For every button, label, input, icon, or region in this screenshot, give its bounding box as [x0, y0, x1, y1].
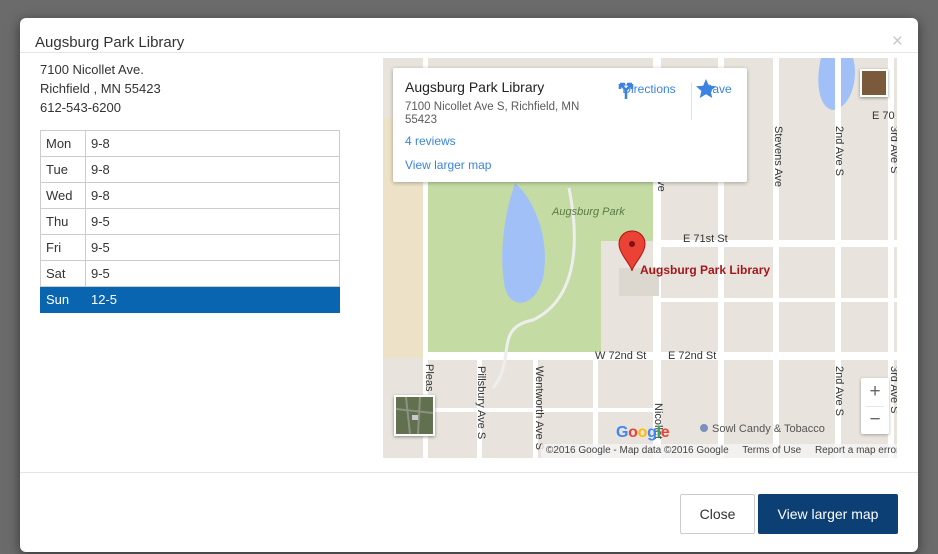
street-label: 3rd Ave S: [888, 126, 897, 174]
directions-button[interactable]: Directions: [615, 78, 683, 99]
zoom-out-button[interactable]: −: [861, 406, 889, 434]
phone-number: 612-543-6200: [40, 100, 121, 115]
street-label: 2nd Ave S: [833, 126, 845, 176]
hours-row: Mon 9-8: [40, 130, 340, 157]
hours-day: Tue: [40, 156, 86, 183]
street-label: 2nd Ave S: [833, 366, 845, 416]
info-place-address: 7100 Nicollet Ave S, Richfield, MN 55423: [405, 101, 580, 126]
info-place-name: Augsburg Park Library: [405, 79, 545, 95]
street-photo-thumbnail[interactable]: [860, 69, 888, 97]
street-label: W 72nd St: [595, 350, 646, 362]
reviews-link[interactable]: 4 reviews: [405, 134, 456, 148]
street-label: E 72nd St: [668, 350, 716, 362]
satellite-thumbnail-icon: [396, 397, 433, 434]
report-error-link[interactable]: Report a map error: [815, 445, 897, 456]
hours-row: Thu 9-5: [40, 208, 340, 235]
directions-icon: [618, 82, 634, 99]
zoom-in-button[interactable]: +: [861, 378, 889, 406]
hours-day: Sat: [40, 260, 86, 287]
hours-day: Fri: [40, 234, 86, 261]
hours-time: 9-8: [85, 130, 340, 157]
map-attribution: ©2016 Google - Map data ©2016 Google Ter…: [541, 444, 897, 458]
map-info-window: Augsburg Park Library 7100 Nicollet Ave …: [393, 68, 747, 182]
road: [773, 58, 779, 458]
address-line1: 7100 Nicollet Ave.: [40, 62, 144, 77]
poi-label[interactable]: Sowl Candy & Tobacco: [712, 423, 825, 435]
modal-header: Augsburg Park Library ×: [20, 18, 918, 53]
hours-day: Sun: [40, 286, 86, 313]
hours-time: 12-5: [85, 286, 340, 313]
hours-table: Mon 9-8 Tue 9-8 Wed 9-8 Thu 9-5 Fri 9-5 Sat 9-…: [40, 130, 340, 313]
street-label: Pleas: [423, 364, 435, 392]
park-label: Augsburg Park: [551, 206, 625, 218]
hours-day: Wed: [40, 182, 86, 209]
library-address: 7100 Nicollet Ave. Richfield , MN 55423 …: [40, 60, 161, 117]
hours-row: Tue 9-8: [40, 156, 340, 183]
zoom-divider: [866, 406, 884, 407]
hours-row-today: Sun 12-5: [40, 286, 340, 313]
satellite-toggle[interactable]: [394, 395, 435, 436]
hours-day: Mon: [40, 130, 86, 157]
view-larger-map-button[interactable]: View larger map: [758, 494, 898, 534]
close-icon[interactable]: ×: [892, 32, 903, 51]
save-button[interactable]: Save: [695, 78, 741, 98]
hours-row: Fri 9-5: [40, 234, 340, 261]
info-divider: [691, 82, 692, 120]
hours-time: 9-8: [85, 182, 340, 209]
hours-row: Sat 9-5: [40, 260, 340, 287]
street-label: 3rd Ave S: [888, 366, 897, 414]
hours-day: Thu: [40, 208, 86, 235]
street-label: Stevens Ave: [772, 126, 784, 187]
road: [657, 298, 897, 302]
close-button[interactable]: Close: [680, 494, 755, 534]
street-label: E 71st St: [683, 233, 728, 245]
star-icon: [696, 79, 716, 98]
shop-icon: [700, 424, 708, 432]
hours-row: Wed 9-8: [40, 182, 340, 209]
address-line2: Richfield , MN 55423: [40, 81, 161, 96]
hours-time: 9-8: [85, 156, 340, 183]
marker-label[interactable]: Augsburg Park Library: [640, 263, 770, 277]
library-modal: Augsburg Park Library × 7100 Nicollet Av…: [20, 18, 918, 552]
view-larger-map-link[interactable]: View larger map: [405, 158, 491, 172]
street-label: Wentworth Ave S: [533, 366, 545, 450]
google-map[interactable]: Augsburg Park E 71st St W 72nd St E 72nd…: [383, 58, 897, 458]
google-logo: Google: [616, 424, 670, 441]
hours-time: 9-5: [85, 260, 340, 287]
modal-title: Augsburg Park Library: [35, 34, 185, 51]
hours-time: 9-5: [85, 208, 340, 235]
hours-time: 9-5: [85, 234, 340, 261]
modal-footer: Close View larger map: [20, 472, 918, 552]
street-label: Pillsbury Ave S: [475, 366, 487, 439]
map-copyright: ©2016 Google - Map data ©2016 Google: [546, 445, 729, 456]
street-label: E 70: [872, 110, 895, 122]
marker-dot-icon: [629, 241, 635, 247]
zoom-control: + −: [861, 378, 889, 434]
terms-link[interactable]: Terms of Use: [742, 445, 801, 456]
